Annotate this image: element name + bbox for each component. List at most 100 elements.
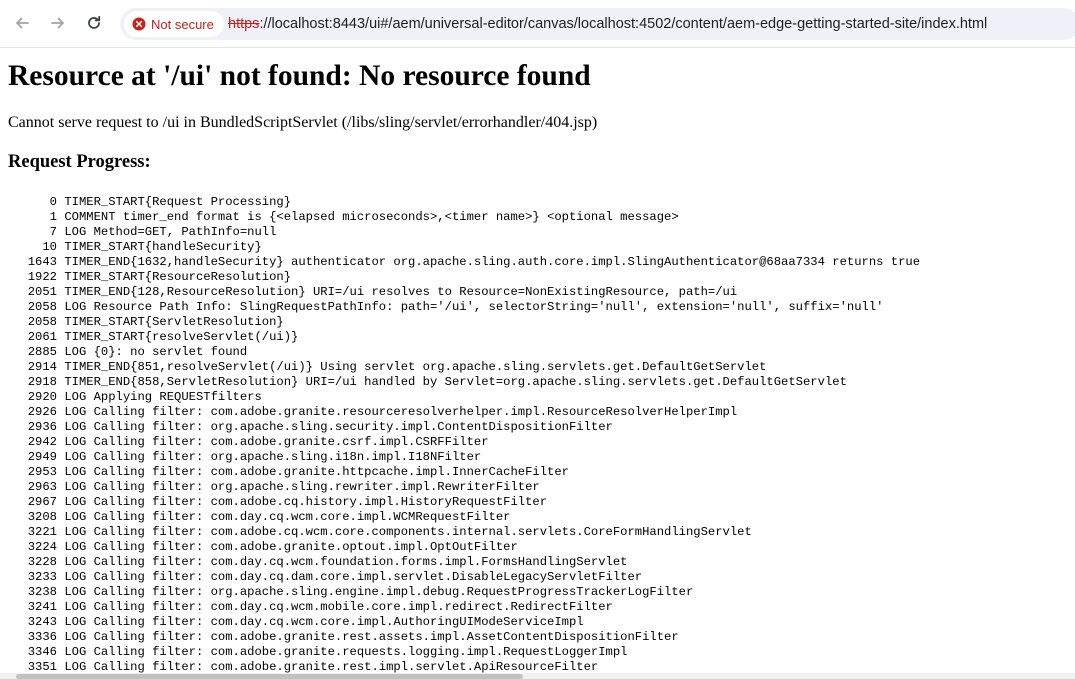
log-line: 10 TIMER_START{handleSecurity} <box>8 240 1068 255</box>
log-line: 2058 TIMER_START{ServletResolution} <box>8 315 1068 330</box>
log-message: COMMENT timer_end format is {<elapsed mi… <box>57 210 679 224</box>
log-message: LOG Calling filter: com.day.cq.wcm.core.… <box>57 510 511 524</box>
log-timestamp: 2953 <box>27 465 57 479</box>
log-timestamp: 3336 <box>27 630 57 644</box>
log-message: LOG Calling filter: org.apache.sling.eng… <box>57 585 694 599</box>
log-line: 3336 LOG Calling filter: com.adobe.grani… <box>8 630 1068 645</box>
log-line: 3241 LOG Calling filter: com.day.cq.wcm.… <box>8 600 1068 615</box>
request-progress-log: 0 TIMER_START{Request Processing} 1 COMME… <box>8 195 1068 675</box>
log-message: TIMER_END{128,ResourceResolution} URI=/u… <box>57 285 738 299</box>
log-timestamp: 1922 <box>27 270 57 284</box>
error-description: Cannot serve request to /ui in BundledSc… <box>8 114 598 131</box>
url-scheme: https <box>228 16 260 32</box>
log-timestamp: 3224 <box>27 540 57 554</box>
back-button[interactable] <box>8 9 36 37</box>
log-timestamp: 2920 <box>27 390 57 404</box>
log-message: TIMER_START{resolveServlet(/ui)} <box>57 330 299 344</box>
log-timestamp: 1 <box>49 210 57 224</box>
log-line: 2058 LOG Resource Path Info: SlingReques… <box>8 300 1068 315</box>
arrow-left-icon <box>16 17 29 29</box>
log-timestamp: 1643 <box>27 255 57 269</box>
forward-button[interactable] <box>44 9 72 37</box>
log-timestamp: 2942 <box>27 435 57 449</box>
log-line: 2926 LOG Calling filter: com.adobe.grani… <box>8 405 1068 420</box>
page-content: Resource at '/ui' not found: No resource… <box>8 48 1068 675</box>
log-message: LOG Applying REQUESTfilters <box>57 390 262 404</box>
log-timestamp: 2949 <box>27 450 57 464</box>
log-message: TIMER_START{ServletResolution} <box>57 315 284 329</box>
log-line: 2963 LOG Calling filter: org.apache.slin… <box>8 480 1068 495</box>
reload-icon <box>88 15 101 29</box>
log-message: LOG Calling filter: com.day.cq.wcm.core.… <box>57 615 584 629</box>
log-timestamp: 2914 <box>27 360 57 374</box>
log-message: TIMER_END{851,resolveServlet(/ui)} Using… <box>57 360 767 374</box>
log-message: TIMER_START{Request Processing} <box>57 195 292 209</box>
log-message: LOG Calling filter: com.adobe.granite.re… <box>57 645 628 659</box>
arrow-right-icon <box>51 17 64 29</box>
log-line: 3228 LOG Calling filter: com.day.cq.wcm.… <box>8 555 1068 570</box>
log-message: LOG Calling filter: com.day.cq.wcm.mobil… <box>57 600 613 614</box>
log-timestamp: 3243 <box>27 615 57 629</box>
log-line: 3208 LOG Calling filter: com.day.cq.wcm.… <box>8 510 1068 525</box>
log-timestamp: 2061 <box>27 330 57 344</box>
log-line: 2942 LOG Calling filter: com.adobe.grani… <box>8 435 1068 450</box>
log-message: LOG Calling filter: com.adobe.granite.cs… <box>57 435 489 449</box>
log-message: TIMER_END{1632,handleSecurity} authentic… <box>57 255 921 269</box>
log-line: 3233 LOG Calling filter: com.day.cq.dam.… <box>8 570 1068 585</box>
log-line: 1643 TIMER_END{1632,handleSecurity} auth… <box>8 255 1068 270</box>
url-text[interactable]: https://localhost:8443/ui#/aem/universal… <box>228 16 987 32</box>
log-line: 2061 TIMER_START{resolveServlet(/ui)} <box>8 330 1068 345</box>
horizontal-scrollbar[interactable] <box>0 673 1075 679</box>
browser-toolbar: Not secure https://localhost:8443/ui#/ae… <box>0 0 1075 48</box>
error-circle-icon <box>132 17 146 31</box>
log-message: TIMER_START{handleSecurity} <box>57 240 262 254</box>
log-line: 2914 TIMER_END{851,resolveServlet(/ui)} … <box>8 360 1068 375</box>
log-line: 1922 TIMER_START{ResourceResolution} <box>8 270 1068 285</box>
log-line: 0 TIMER_START{Request Processing} <box>8 195 1068 210</box>
log-timestamp: 2885 <box>27 345 57 359</box>
log-message: LOG Method=GET, PathInfo=null <box>57 225 277 239</box>
security-chip[interactable]: Not secure <box>124 11 224 37</box>
log-timestamp: 3233 <box>27 570 57 584</box>
address-bar[interactable]: Not secure https://localhost:8443/ui#/ae… <box>120 8 1075 40</box>
log-line: 3238 LOG Calling filter: org.apache.slin… <box>8 585 1068 600</box>
request-progress-heading: Request Progress: <box>8 152 151 172</box>
log-line: 2885 LOG {0}: no servlet found <box>8 345 1068 360</box>
log-timestamp: 2936 <box>27 420 57 434</box>
log-line: 7 LOG Method=GET, PathInfo=null <box>8 225 1068 240</box>
url-rest: ://localhost:8443/ui#/aem/universal-edit… <box>259 16 988 32</box>
log-timestamp: 2058 <box>27 315 57 329</box>
log-message: LOG Calling filter: com.adobe.cq.wcm.cor… <box>57 525 752 539</box>
log-message: LOG Resource Path Info: SlingRequestPath… <box>57 300 884 314</box>
log-line: 2936 LOG Calling filter: org.apache.slin… <box>8 420 1068 435</box>
log-timestamp: 3208 <box>27 510 57 524</box>
log-timestamp: 3241 <box>27 600 57 614</box>
log-message: LOG Calling filter: com.adobe.granite.op… <box>57 540 518 554</box>
log-message: LOG Calling filter: com.adobe.granite.re… <box>57 660 599 674</box>
scrollbar-thumb[interactable] <box>16 674 523 679</box>
log-timestamp: 2918 <box>27 375 57 389</box>
log-message: LOG Calling filter: com.day.cq.wcm.found… <box>57 555 628 569</box>
log-line: 3243 LOG Calling filter: com.day.cq.wcm.… <box>8 615 1068 630</box>
log-message: LOG Calling filter: org.apache.sling.i18… <box>57 450 482 464</box>
log-timestamp: 3228 <box>27 555 57 569</box>
log-message: LOG Calling filter: com.adobe.granite.ht… <box>57 465 569 479</box>
log-line: 2051 TIMER_END{128,ResourceResolution} U… <box>8 285 1068 300</box>
log-line: 2949 LOG Calling filter: org.apache.slin… <box>8 450 1068 465</box>
log-message: TIMER_END{858,ServletResolution} URI=/ui… <box>57 375 847 389</box>
log-message: LOG Calling filter: com.adobe.granite.re… <box>57 405 738 419</box>
log-timestamp: 2051 <box>27 285 57 299</box>
log-message: LOG Calling filter: org.apache.sling.rew… <box>57 480 540 494</box>
reload-button[interactable] <box>80 9 108 37</box>
log-message: TIMER_START{ResourceResolution} <box>57 270 292 284</box>
log-message: LOG Calling filter: org.apache.sling.sec… <box>57 420 613 434</box>
log-line: 3346 LOG Calling filter: com.adobe.grani… <box>8 645 1068 660</box>
log-message: LOG Calling filter: com.adobe.granite.re… <box>57 630 679 644</box>
log-timestamp: 2926 <box>27 405 57 419</box>
log-line: 3224 LOG Calling filter: com.adobe.grani… <box>8 540 1068 555</box>
log-timestamp: 2058 <box>27 300 57 314</box>
log-line: 2967 LOG Calling filter: com.adobe.cq.hi… <box>8 495 1068 510</box>
log-timestamp: 3346 <box>27 645 57 659</box>
log-message: LOG Calling filter: com.day.cq.dam.core.… <box>57 570 643 584</box>
log-line: 1 COMMENT timer_end format is {<elapsed … <box>8 210 1068 225</box>
